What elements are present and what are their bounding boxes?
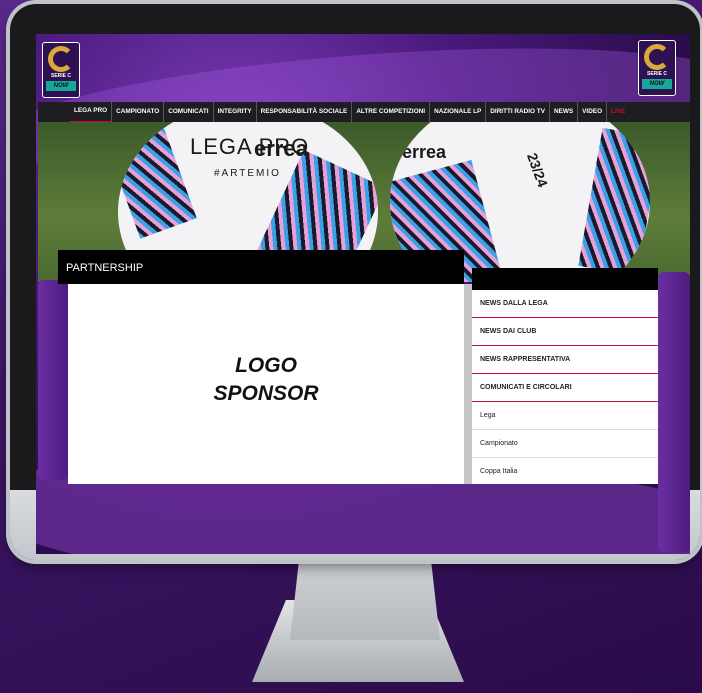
now-badge: NOW <box>642 79 672 89</box>
sidebar-item-news-dalla-lega[interactable]: NEWS DALLA LEGA <box>472 290 658 318</box>
sidebar-item-coppa-italia[interactable]: Coppa Italia <box>472 458 658 484</box>
logo-label: SERIE C <box>646 71 667 77</box>
sponsor-line-1: LOGO <box>235 354 297 377</box>
nav-item-news[interactable]: NEWS <box>550 102 579 122</box>
nav-item-comunicati[interactable]: COMUNICATI <box>164 102 214 122</box>
sidebar-item-news-rappresentativa[interactable]: NEWS RAPPRESENTATIVA <box>472 346 658 374</box>
ball-pattern <box>578 127 650 277</box>
nav-item-integrity[interactable]: INTEGRITY <box>214 102 257 122</box>
nav-item-lega-pro[interactable]: LEGA PRO <box>70 101 113 123</box>
sponsor-placeholder: LOGO SPONSOR <box>68 352 464 408</box>
nav-item-live[interactable]: LIVE <box>607 102 629 122</box>
season-text: 23/24 <box>524 150 552 190</box>
partnership-header: PARTNERSHIP <box>58 250 464 284</box>
monitor-stand-neck <box>290 560 440 640</box>
sidebar-item-lega[interactable]: Lega <box>472 402 658 430</box>
ball-text: #ARTEMIO <box>214 168 281 179</box>
now-badge: NOW <box>46 81 76 91</box>
serie-c-logo-left[interactable]: SERIE C NOW <box>42 42 80 98</box>
nav-item-diritti-radio-tv[interactable]: DIRITTI RADIO TV <box>486 102 550 122</box>
logo-label: SERIE C <box>50 73 71 79</box>
sidebar-item-campionato[interactable]: Campionato <box>472 430 658 458</box>
news-sidebar: NEWS DALLA LEGA NEWS DAI CLUB NEWS RAPPRES… <box>472 290 658 484</box>
sponsor-line-2: SPONSOR <box>213 382 319 405</box>
decorative-pillar-left <box>38 280 68 480</box>
serie-c-c-icon <box>48 46 74 72</box>
serie-c-c-icon <box>644 44 670 70</box>
ball-pattern <box>118 122 197 239</box>
errea-brand-text: errea <box>254 136 308 161</box>
main-nav-bar: LEGA PRO CAMPIONATO COMUNICATI INTEGRITY RES… <box>38 101 690 123</box>
nav-item-altre-competizioni[interactable]: ALTRE COMPETIZIONI <box>352 102 431 122</box>
nav-item-campionato[interactable]: CAMPIONATO <box>112 102 165 122</box>
partnership-title: PARTNERSHIP <box>66 262 144 274</box>
sidebar-item-comunicati-e-circolari[interactable]: COMUNICATI E CIRCOLARI <box>472 374 658 402</box>
nav-item-responsabilit-sociale[interactable]: RESPONSABILITÀ SOCIALE <box>257 102 353 122</box>
nav-item-nazionale-lp[interactable]: NAZIONALE LP <box>430 102 487 122</box>
errea-brand-text: errea <box>402 142 447 162</box>
sidebar-header <box>472 268 658 290</box>
nav-item-video[interactable]: VIDEO <box>578 102 608 122</box>
scrollbar[interactable] <box>464 284 472 484</box>
decorative-pillar-right <box>658 272 690 552</box>
sidebar-item-news-dai-club[interactable]: NEWS DAI CLUB <box>472 318 658 346</box>
sponsor-logo-box[interactable]: LOGO SPONSOR <box>68 284 464 484</box>
serie-c-logo-right[interactable]: SERIE C NOW <box>638 40 676 96</box>
